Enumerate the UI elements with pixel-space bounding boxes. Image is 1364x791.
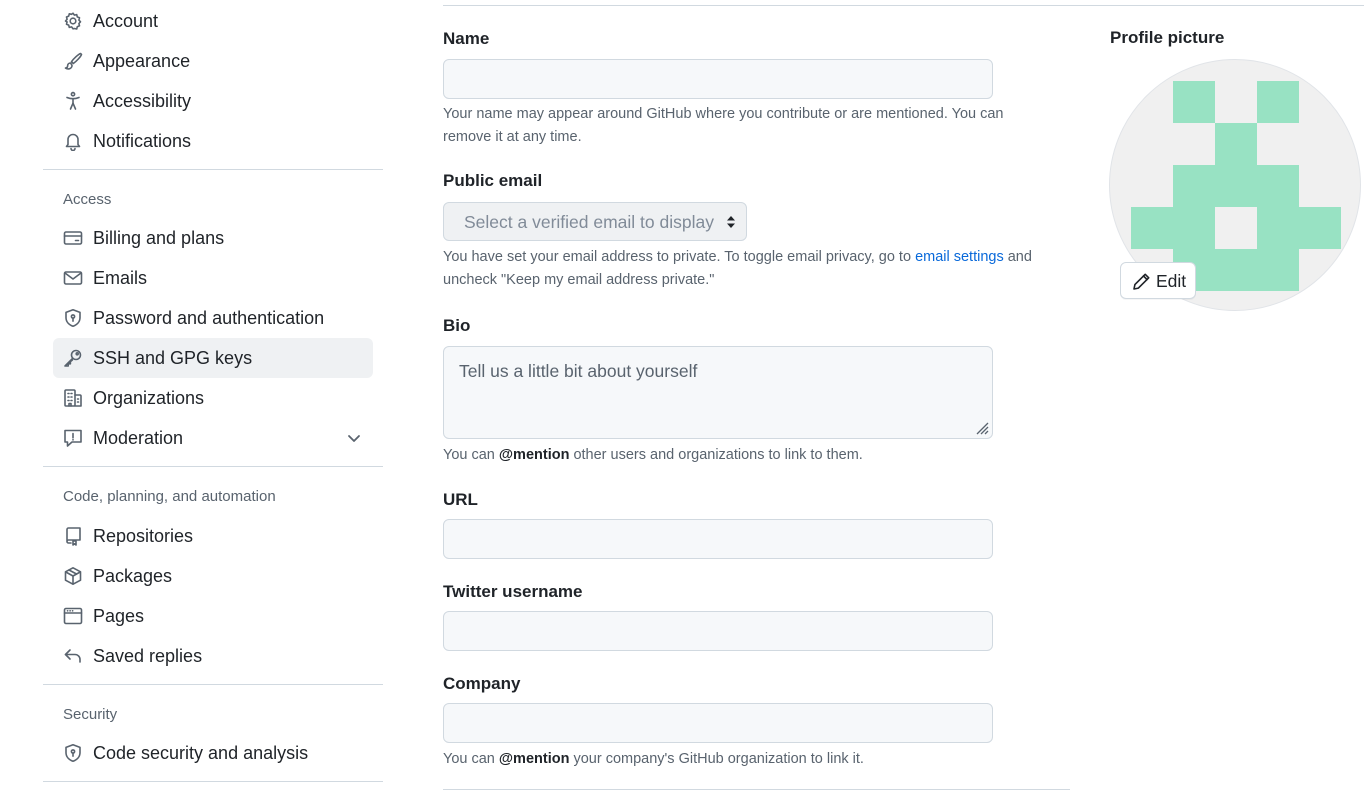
mail-icon (63, 268, 83, 288)
sidebar-item-moderation[interactable]: Moderation (53, 418, 373, 458)
shield-lock-icon (63, 308, 83, 328)
shield-lock-icon (63, 743, 83, 763)
twitter-username-input[interactable] (443, 611, 993, 651)
sidebar-item-label: Pages (93, 606, 145, 626)
sidebar-group-heading: Access (63, 191, 112, 208)
section-divider (443, 5, 1364, 6)
hint-text: You can (443, 447, 499, 463)
sidebar-item-label: Billing and plans (93, 228, 225, 248)
hint-text: You have set your email address to priva… (443, 249, 916, 265)
section-divider (443, 789, 1070, 790)
hint-text: other users and organizations to link to… (569, 447, 863, 463)
sidebar-item-label: Password and authentication (93, 308, 325, 328)
sidebar-item-label: Appearance (93, 51, 191, 71)
avatar-pixel (1131, 207, 1215, 249)
sidebar-item-billing[interactable]: Billing and plans (53, 218, 373, 258)
paintbrush-icon (63, 51, 83, 71)
sidebar-item-password-authentication[interactable]: Password and authentication (53, 298, 373, 338)
profile-picture-title: Profile picture (1110, 28, 1225, 47)
organization-icon (63, 388, 83, 408)
email-settings-link[interactable]: email settings (915, 249, 1004, 265)
sidebar-item-label: SSH and GPG keys (93, 348, 253, 368)
sidebar-item-label: Account (93, 11, 159, 31)
sidebar-item-accessibility[interactable]: Accessibility (53, 81, 373, 121)
mention-text: @mention (498, 751, 570, 767)
name-hint: Your name may appear around GitHub where… (443, 106, 1004, 145)
avatar-pixel (1173, 81, 1215, 123)
sidebar-item-label: Repositories (93, 526, 194, 546)
bio-placeholder: Tell us a little bit about yourself (459, 361, 698, 381)
sidebar-item-account[interactable]: Account (53, 1, 373, 41)
sidebar-item-notifications[interactable]: Notifications (53, 121, 373, 161)
edit-profile-picture-button[interactable]: Edit (1120, 262, 1196, 299)
sidebar-item-label: Organizations (93, 388, 205, 408)
sidebar-item-label: Packages (93, 566, 173, 586)
hint-text: your company's GitHub organization to li… (569, 751, 864, 767)
repo-icon (63, 526, 83, 546)
avatar-pixel (1257, 207, 1341, 249)
accessibility-icon (63, 91, 83, 111)
sidebar-item-label: Code security and analysis (93, 743, 309, 763)
public-email-select[interactable]: Select a verified email to display (443, 202, 747, 241)
sidebar-item-pages[interactable]: Pages (53, 596, 373, 636)
sidebar-divider (43, 781, 383, 782)
sidebar-item-appearance[interactable]: Appearance (53, 41, 373, 81)
bio-textarea[interactable]: Tell us a little bit about yourself (443, 346, 993, 439)
sidebar-item-label: Notifications (93, 131, 192, 151)
sidebar-group-heading: Code, planning, and automation (63, 488, 276, 505)
resize-grip-icon[interactable] (972, 418, 990, 436)
public-email-hint: You have set your email address to priva… (443, 246, 1063, 292)
bell-icon (63, 131, 83, 151)
sidebar-item-label: Moderation (93, 428, 184, 448)
public-email-label: Public email (443, 171, 543, 190)
package-icon (63, 566, 83, 586)
sidebar-item-label: Saved replies (93, 646, 203, 666)
chevron-down-icon[interactable] (345, 429, 363, 447)
sidebar-item-label: Emails (93, 268, 148, 288)
settings-sidebar: Account Appearance Accessibility Notific… (43, 0, 383, 791)
company-label: Company (443, 674, 521, 693)
mention-text: @mention (498, 447, 570, 463)
sidebar-item-emails[interactable]: Emails (53, 258, 373, 298)
sidebar-divider (43, 169, 383, 170)
name-label: Name (443, 29, 490, 48)
avatar-pixel (1215, 123, 1257, 165)
sidebar-item-ssh-gpg-keys[interactable]: SSH and GPG keys (53, 338, 373, 378)
credit-card-icon (63, 228, 83, 248)
pencil-icon (1132, 272, 1151, 291)
name-input[interactable] (443, 59, 993, 99)
url-input[interactable] (443, 519, 993, 559)
bio-label: Bio (443, 316, 471, 335)
sidebar-item-packages[interactable]: Packages (53, 556, 373, 596)
sidebar-divider (43, 684, 383, 685)
company-hint: You can @mention your company's GitHub o… (443, 748, 1043, 771)
bio-hint: You can @mention other users and organiz… (443, 444, 1043, 467)
sidebar-item-label: Accessibility (93, 91, 192, 111)
sidebar-divider (43, 466, 383, 467)
sidebar-group-heading: Security (63, 706, 118, 723)
edit-button-label: Edit (1156, 271, 1187, 291)
sidebar-item-code-security[interactable]: Code security and analysis (53, 733, 373, 773)
avatar-pixel (1257, 81, 1299, 123)
twitter-username-label: Twitter username (443, 582, 583, 601)
url-label: URL (443, 490, 478, 509)
public-email-select-value: Select a verified email to display (464, 212, 714, 232)
reply-icon (63, 646, 83, 666)
avatar-pixel (1173, 165, 1299, 207)
report-icon (63, 428, 83, 448)
key-icon (63, 348, 83, 368)
sidebar-item-repositories[interactable]: Repositories (53, 516, 373, 556)
company-input[interactable] (443, 703, 993, 743)
select-arrows-icon (726, 214, 736, 230)
gear-icon (63, 11, 83, 31)
sidebar-item-organizations[interactable]: Organizations (53, 378, 373, 418)
sidebar-item-saved-replies[interactable]: Saved replies (53, 636, 373, 676)
hint-text: You can (443, 751, 499, 767)
browser-icon (63, 606, 83, 626)
